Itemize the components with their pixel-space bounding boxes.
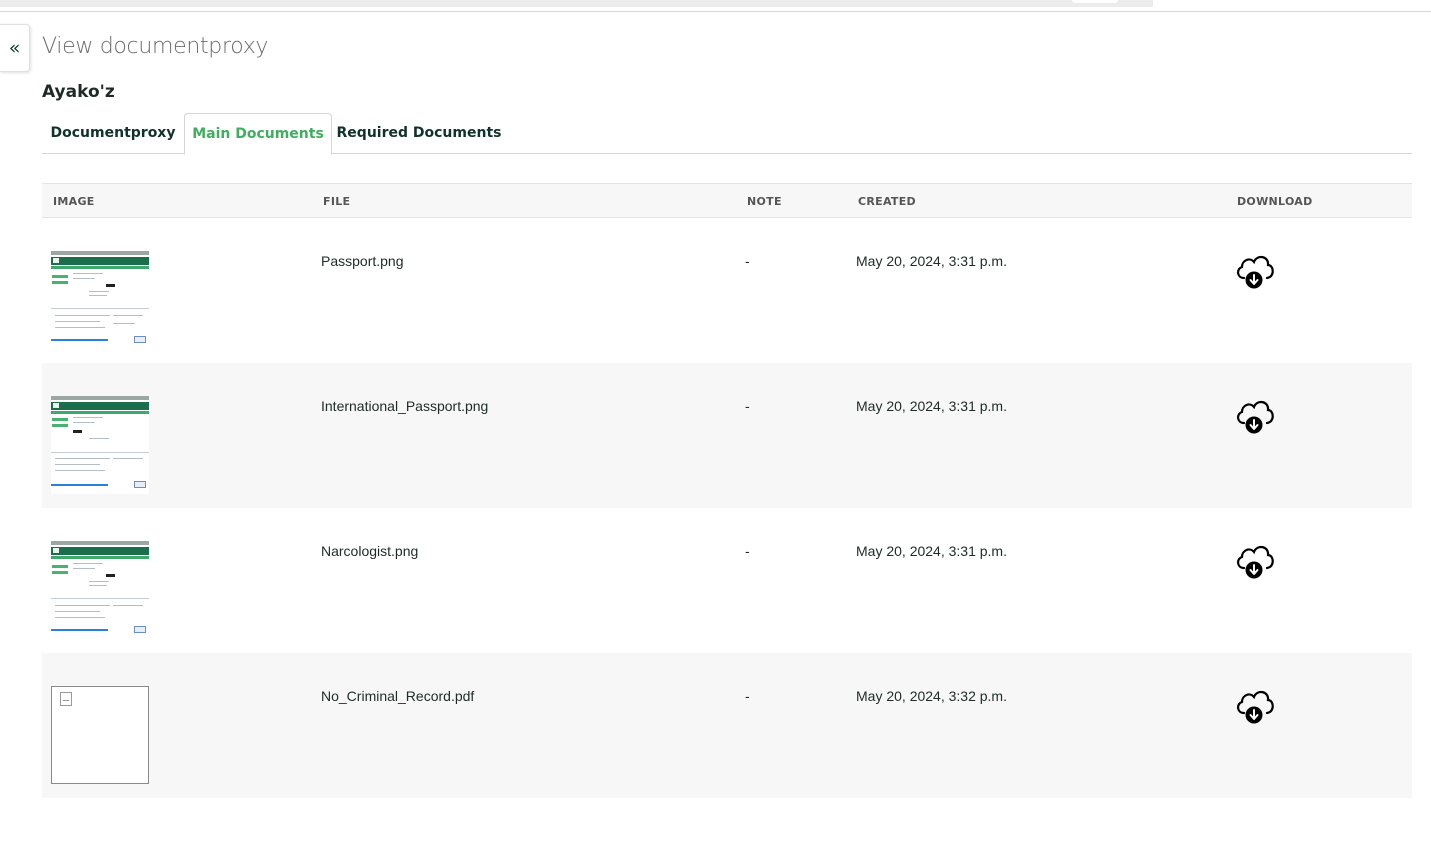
tab-main-documents[interactable]: Main Documents bbox=[184, 113, 332, 155]
file-name: International_Passport.png bbox=[321, 398, 489, 414]
table-row: Passport.png - May 20, 2024, 3:31 p.m. bbox=[42, 218, 1412, 363]
tab-required-documents[interactable]: Required Documents bbox=[332, 113, 506, 154]
record-name: Ayako'z bbox=[42, 82, 115, 102]
cloud-download-icon[interactable] bbox=[1234, 685, 1276, 725]
note-value: - bbox=[745, 688, 750, 704]
document-thumbnail[interactable] bbox=[51, 541, 149, 639]
file-name: Narcologist.png bbox=[321, 543, 419, 559]
table-row: International_Passport.png - May 20, 202… bbox=[42, 363, 1412, 508]
created-date: May 20, 2024, 3:32 p.m. bbox=[856, 688, 1007, 704]
created-date: May 20, 2024, 3:31 p.m. bbox=[856, 253, 1007, 269]
note-value: - bbox=[745, 543, 750, 559]
file-name: No_Criminal_Record.pdf bbox=[321, 688, 475, 704]
page-title: View documentproxy bbox=[42, 34, 269, 59]
broken-image-icon bbox=[60, 692, 72, 706]
header-image: IMAGE bbox=[53, 195, 95, 208]
document-thumbnail[interactable] bbox=[51, 251, 149, 349]
sidebar-collapse-button[interactable]: « bbox=[0, 24, 30, 72]
table-row: No_Criminal_Record.pdf - May 20, 2024, 3… bbox=[42, 653, 1412, 798]
header-created: CREATED bbox=[858, 195, 916, 208]
cloud-download-icon[interactable] bbox=[1234, 540, 1276, 580]
cloud-download-icon[interactable] bbox=[1234, 395, 1276, 435]
created-date: May 20, 2024, 3:31 p.m. bbox=[856, 543, 1007, 559]
note-value: - bbox=[745, 398, 750, 414]
header-note: NOTE bbox=[747, 195, 782, 208]
note-value: - bbox=[745, 253, 750, 269]
document-thumbnail[interactable] bbox=[51, 396, 149, 494]
top-strip bbox=[0, 0, 1153, 7]
tab-documentproxy[interactable]: Documentproxy bbox=[42, 113, 184, 154]
document-thumbnail[interactable] bbox=[51, 686, 149, 784]
tab-bar: Documentproxy Main Documents Required Do… bbox=[42, 113, 1412, 155]
browser-top-bar bbox=[0, 0, 1431, 12]
created-date: May 20, 2024, 3:31 p.m. bbox=[856, 398, 1007, 414]
table-header: IMAGE FILE NOTE CREATED DOWNLOAD bbox=[42, 183, 1412, 218]
table-row: Narcologist.png - May 20, 2024, 3:31 p.m… bbox=[42, 508, 1412, 653]
header-download: DOWNLOAD bbox=[1237, 195, 1313, 208]
file-name: Passport.png bbox=[321, 253, 404, 269]
header-file: FILE bbox=[323, 195, 351, 208]
top-pill bbox=[1072, 0, 1118, 3]
documents-table: IMAGE FILE NOTE CREATED DOWNLOAD Passpor… bbox=[42, 183, 1412, 798]
cloud-download-icon[interactable] bbox=[1234, 250, 1276, 290]
